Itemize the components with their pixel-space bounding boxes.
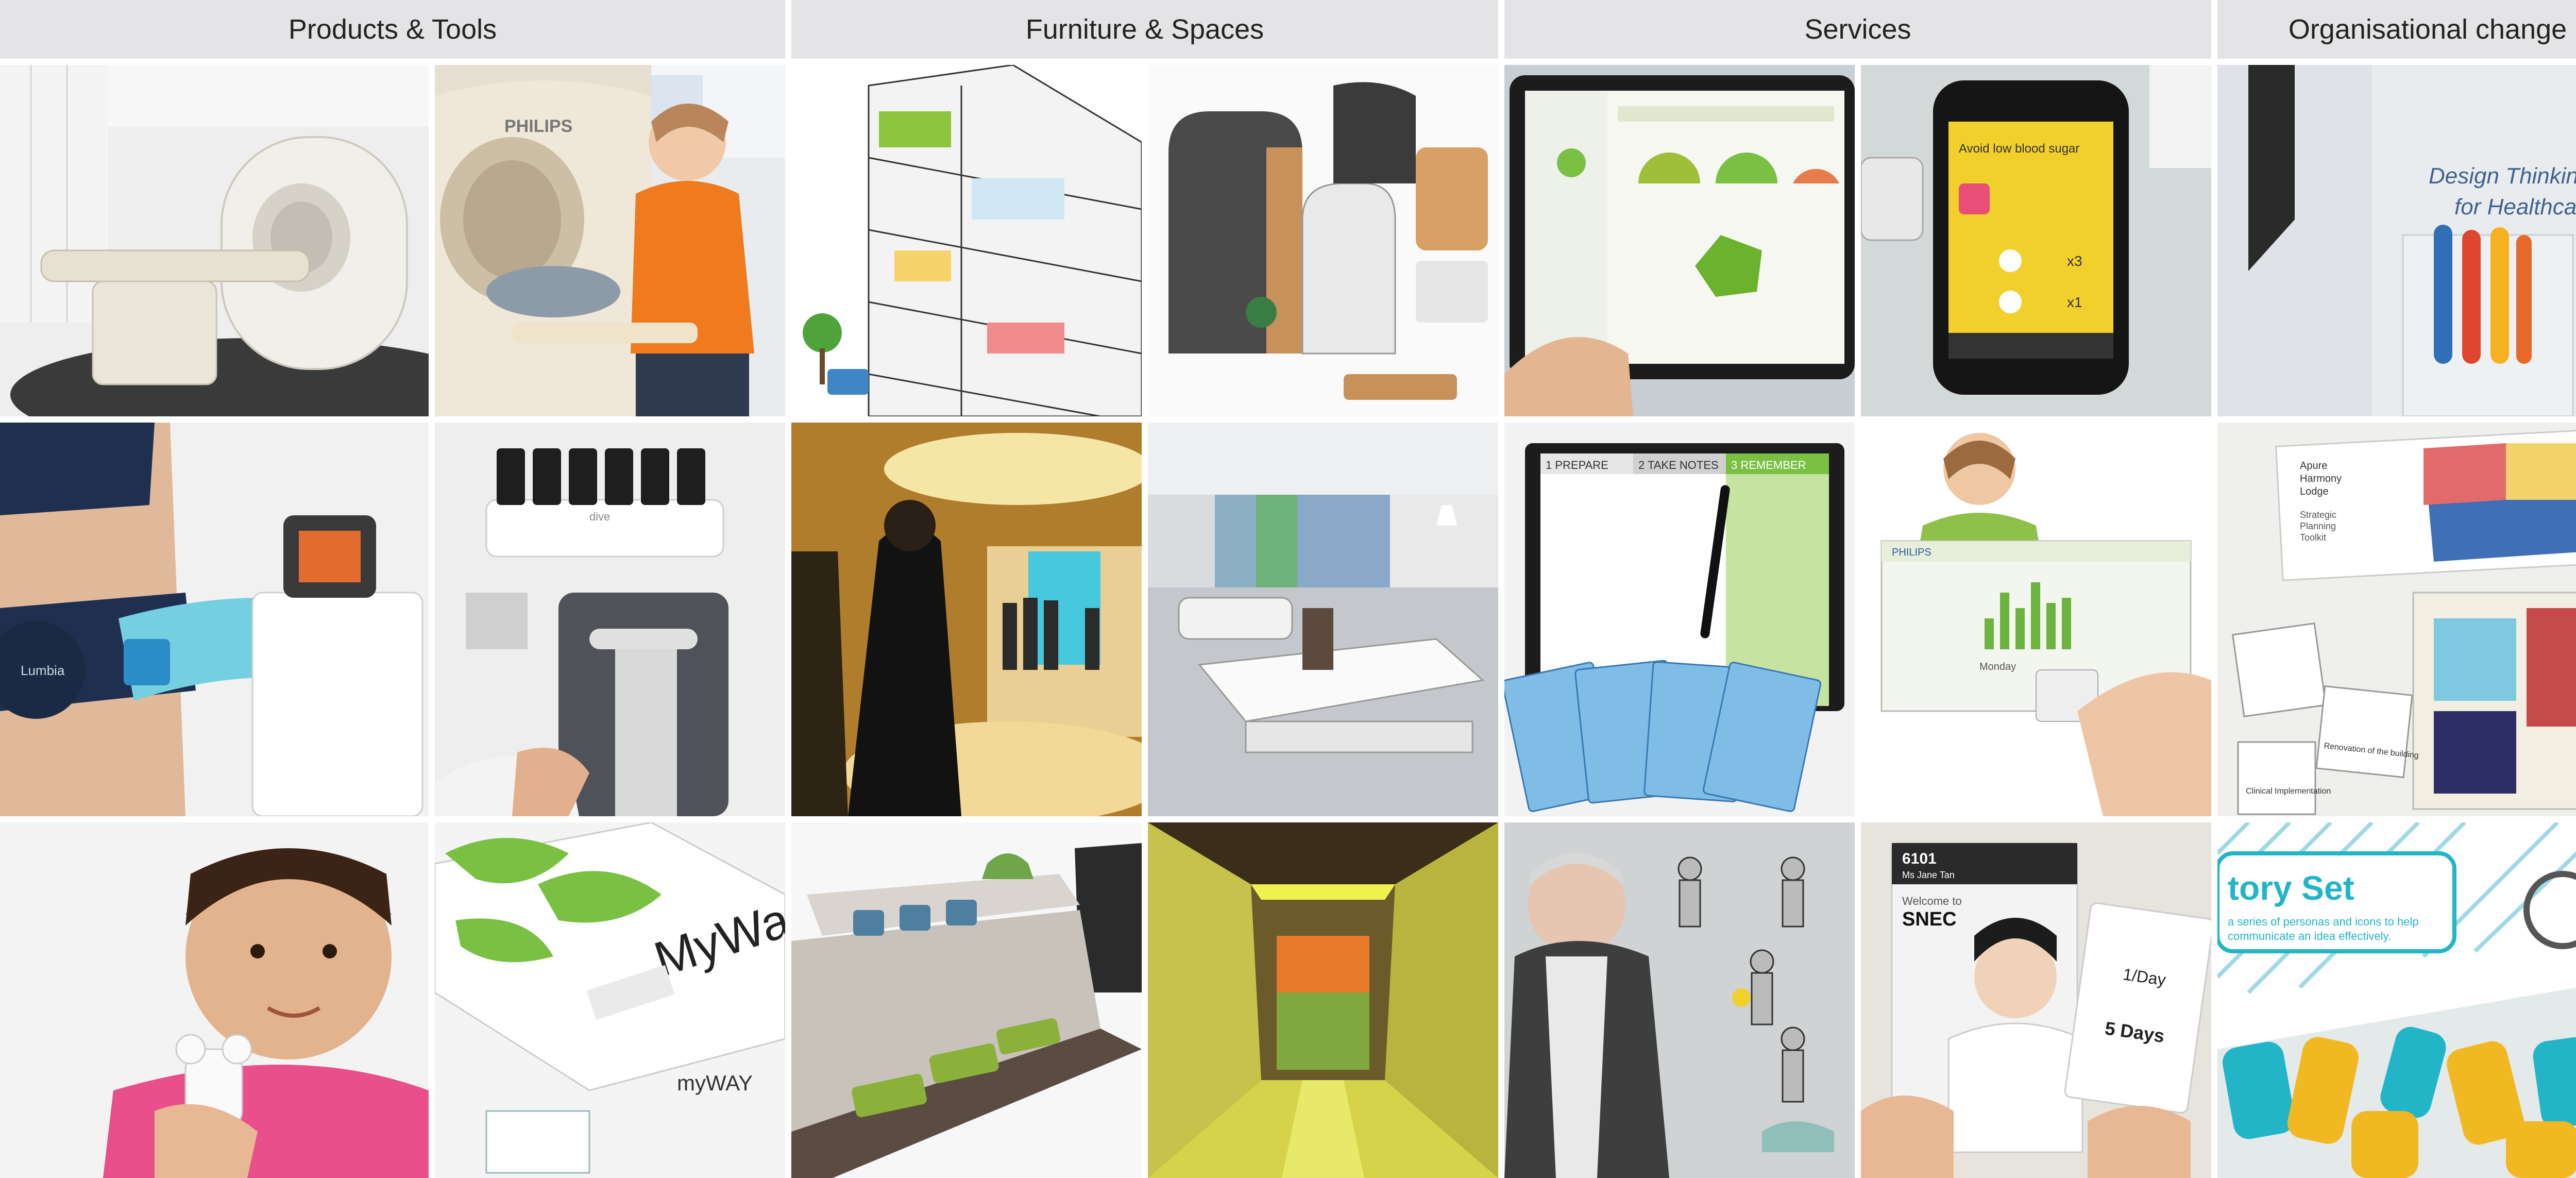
category-header-organisational-change: Organisational change <box>2217 0 2576 59</box>
embroidery-line-2: for Healthcare <box>2454 194 2576 220</box>
category-header-furniture-spaces: Furniture & Spaces <box>791 0 1498 59</box>
id-card-org: SNEC <box>1902 908 1957 930</box>
lumbia-brand: Lumbia <box>21 663 65 678</box>
id-card-number: 6101 <box>1902 850 1937 867</box>
dashboard-day: Monday <box>1979 661 2016 672</box>
round-room-photo <box>791 423 1142 816</box>
toolkit-subtitle-1: Strategic <box>2300 510 2336 520</box>
category-label: Furniture & Spaces <box>1025 14 1264 45</box>
toolkit-title-2: Harmony <box>2300 473 2342 484</box>
furniture-modules-render <box>1148 65 1498 416</box>
myway-brand-small: myWAY <box>677 1071 753 1095</box>
id-cards-photo: 6101 Ms Jane Tan Welcome to SNEC 1/Day 5… <box>1861 822 2211 1178</box>
story-set-photo: tory Set a series of personas and icons … <box>2217 822 2576 1178</box>
clipboard-cards-photo: 1 PREPARE 2 TAKE NOTES 3 REMEMBER <box>1504 423 1855 816</box>
id-card-name: Ms Jane Tan <box>1902 870 1955 880</box>
toolkit-card-2: Clinical Implementation <box>2246 787 2331 796</box>
phone-line-1: Avoid low blood sugar <box>1959 142 2079 156</box>
strategic-toolkit-photo: Apure Harmony Lodge Strategic Planning T… <box>2217 423 2576 816</box>
hospital-room-render <box>1148 423 1498 816</box>
rack-brand: dive <box>589 510 610 523</box>
phone-line-3: x1 <box>2067 294 2082 310</box>
myway-box-photo: MyWay myWAY <box>435 822 785 1178</box>
id-card-welcome: Welcome to <box>1902 895 1962 907</box>
story-set-tagline-1: a series of personas and icons to help <box>2228 915 2419 928</box>
toolkit-subtitle-2: Planning <box>2300 521 2336 531</box>
boy-device-photo <box>0 822 429 1178</box>
philips-logo: PHILIPS <box>504 116 572 136</box>
story-set-tagline-2: communicate an idea effectively. <box>2228 930 2391 943</box>
dashboard-brand: PHILIPS <box>1892 547 1931 558</box>
step-2-label: 2 TAKE NOTES <box>1638 459 1719 472</box>
child-scanner-image: PHILIPS <box>435 65 785 416</box>
category-label: Services <box>1804 14 1911 45</box>
embroidery-line-1: Design Thinking <box>2429 163 2576 189</box>
back-belt-photo: Lumbia <box>0 423 429 816</box>
ct-scanner-image <box>0 65 429 416</box>
waiting-bench-render <box>791 822 1142 1178</box>
yellow-corridor-photo <box>1148 822 1498 1178</box>
elderly-persona-photo <box>1504 822 1855 1178</box>
toolkit-subtitle-3: Toolkit <box>2300 532 2326 543</box>
tablet-app-photo <box>1504 65 1855 416</box>
phone-line-2: x3 <box>2067 253 2082 269</box>
toolkit-title-1: Apure <box>2300 460 2327 472</box>
story-set-title: tory Set <box>2228 869 2354 907</box>
category-header-products-tools: Products & Tools <box>0 0 785 59</box>
category-label: Organisational change <box>2288 14 2567 45</box>
toolkit-title-3: Lodge <box>2300 486 2329 497</box>
web-dashboard-photo: PHILIPS Monday <box>1861 423 2211 816</box>
phone-app-photo: Avoid low blood sugar x3 x1 <box>1861 65 2211 416</box>
step-3-label: 3 REMEMBER <box>1731 459 1806 472</box>
category-label: Products & Tools <box>288 14 497 45</box>
charging-rack-photo: dive <box>435 423 785 816</box>
step-1-label: 1 PREPARE <box>1546 459 1608 472</box>
category-header-services: Services <box>1504 0 2211 59</box>
building-section-illustration <box>791 65 1142 416</box>
lab-coat-photo: Design Thinking for Healthcare <box>2217 65 2576 416</box>
